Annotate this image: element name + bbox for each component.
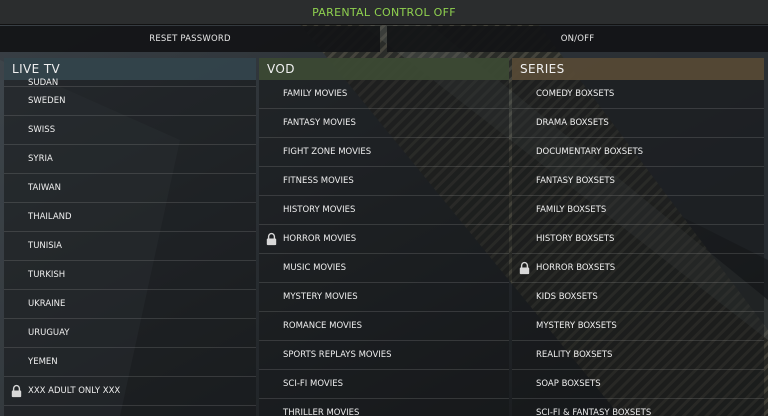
padlock-icon[interactable]	[11, 384, 22, 398]
category-label: KIDS BOXSETS	[536, 292, 598, 302]
category-item[interactable]: SCI-FI & FANTASY BOXSETS	[512, 399, 764, 416]
category-label: FANTASY MOVIES	[283, 118, 356, 128]
category-item[interactable]: URUGUAY	[4, 319, 256, 348]
category-label: XXX ADULT ONLY XXX	[28, 386, 121, 396]
category-label: SCI-FI MOVIES	[283, 379, 343, 389]
category-label: SWISS	[28, 125, 56, 135]
padlock-icon[interactable]	[519, 261, 530, 275]
category-item[interactable]: FIGHT ZONE MOVIES	[259, 138, 509, 167]
category-label: SYRIA	[28, 154, 53, 164]
category-label: THAILAND	[28, 212, 72, 222]
series-title: SERIES	[520, 62, 565, 76]
category-item[interactable]: SUDAN	[4, 78, 256, 88]
category-item[interactable]: SCI-FI MOVIES	[259, 370, 509, 399]
category-label: HORROR BOXSETS	[536, 263, 616, 273]
category-label: FITNESS MOVIES	[283, 176, 354, 186]
category-label: ROMANCE MOVIES	[283, 321, 363, 331]
series-list: COMEDY BOXSETS DRAMA BOXSETS DOCUMENTARY B…	[512, 80, 764, 416]
live-tv-header: LIVE TV	[4, 58, 256, 80]
category-label: MYSTERY MOVIES	[283, 292, 358, 302]
padlock-icon	[266, 232, 277, 246]
category-label: SPORTS REPLAYS MOVIES	[283, 350, 392, 360]
vod-header: VOD	[259, 58, 509, 80]
category-item[interactable]: SWEDEN	[4, 87, 256, 116]
vod-column: VOD FAMILY MOVIES FANTASY MOVIES FIGHT ZON…	[259, 58, 509, 416]
live-tv-list: SUDAN SWEDEN SWISS SYRIA TAIWAN THAILAND TUNIS…	[4, 78, 256, 406]
padlock-icon	[519, 261, 530, 275]
category-item[interactable]: MYSTERY BOXSETS	[512, 312, 764, 341]
category-item[interactable]: TAIWAN	[4, 174, 256, 203]
category-label: HISTORY MOVIES	[283, 205, 356, 215]
series-header: SERIES	[512, 58, 764, 80]
category-item[interactable]: HISTORY BOXSETS	[512, 225, 764, 254]
category-label: COMEDY BOXSETS	[536, 89, 615, 99]
category-item[interactable]: MYSTERY MOVIES	[259, 283, 509, 312]
category-item[interactable]: COMEDY BOXSETS	[512, 80, 764, 109]
category-label: SOAP BOXSETS	[536, 379, 601, 389]
category-label: FIGHT ZONE MOVIES	[283, 147, 372, 157]
category-item[interactable]: DRAMA BOXSETS	[512, 109, 764, 138]
category-label: FANTASY BOXSETS	[536, 176, 615, 186]
action-buttons: RESET PASSWORD ON/OFF	[0, 26, 768, 52]
live-tv-title: LIVE TV	[12, 62, 61, 76]
category-item[interactable]: FAMILY BOXSETS	[512, 196, 764, 225]
reset-password-button[interactable]: RESET PASSWORD	[0, 26, 380, 52]
live-tv-column: LIVE TV SUDAN SWEDEN SWISS SYRIA TAIWAN THAIL…	[4, 58, 256, 416]
category-label: HORROR MOVIES	[283, 234, 357, 244]
category-label: SCI-FI & FANTASY BOXSETS	[536, 408, 652, 416]
category-item[interactable]: YEMEN	[4, 348, 256, 377]
category-item[interactable]: XXX ADULT ONLY XXX	[4, 377, 256, 406]
padlock-icon	[11, 384, 22, 398]
category-item[interactable]: FITNESS MOVIES	[259, 167, 509, 196]
category-label: FAMILY MOVIES	[283, 89, 348, 99]
category-label: SWEDEN	[28, 96, 66, 106]
category-label: MUSIC MOVIES	[283, 263, 347, 273]
series-column: SERIES COMEDY BOXSETS DRAMA BOXSETS DOCUME…	[512, 58, 764, 416]
category-item[interactable]: ROMANCE MOVIES	[259, 312, 509, 341]
category-item[interactable]: SWISS	[4, 116, 256, 145]
category-item[interactable]: HORROR MOVIES	[259, 225, 509, 254]
padlock-icon[interactable]	[266, 232, 277, 246]
category-label: TAIWAN	[28, 183, 61, 193]
category-item[interactable]: FANTASY BOXSETS	[512, 167, 764, 196]
category-label: FAMILY BOXSETS	[536, 205, 607, 215]
category-item[interactable]: UKRAINE	[4, 290, 256, 319]
category-item[interactable]: TURKISH	[4, 261, 256, 290]
category-item[interactable]: HORROR BOXSETS	[512, 254, 764, 283]
category-item[interactable]: REALITY BOXSETS	[512, 341, 764, 370]
category-item[interactable]: TUNISIA	[4, 232, 256, 261]
vod-list: FAMILY MOVIES FANTASY MOVIES FIGHT ZONE MO…	[259, 80, 509, 416]
category-item[interactable]: KIDS BOXSETS	[512, 283, 764, 312]
category-item[interactable]: MUSIC MOVIES	[259, 254, 509, 283]
parental-control-status: PARENTAL CONTROL OFF	[312, 5, 456, 19]
on-off-toggle-button[interactable]: ON/OFF	[387, 26, 768, 52]
vod-title: VOD	[267, 62, 295, 76]
category-item[interactable]: SPORTS REPLAYS MOVIES	[259, 341, 509, 370]
category-label: TURKISH	[28, 270, 66, 280]
category-label: YEMEN	[28, 357, 58, 367]
category-label: DOCUMENTARY BOXSETS	[536, 147, 644, 157]
category-label: UKRAINE	[28, 299, 66, 309]
category-label: HISTORY BOXSETS	[536, 234, 615, 244]
category-item[interactable]: FAMILY MOVIES	[259, 80, 509, 109]
category-item[interactable]: THRILLER MOVIES	[259, 399, 509, 416]
category-label: REALITY BOXSETS	[536, 350, 613, 360]
category-item[interactable]: FANTASY MOVIES	[259, 109, 509, 138]
category-label: THRILLER MOVIES	[283, 408, 360, 416]
category-label: MYSTERY BOXSETS	[536, 321, 617, 331]
category-item[interactable]: SYRIA	[4, 145, 256, 174]
parental-control-status-bar: PARENTAL CONTROL OFF	[0, 0, 768, 25]
category-label: TUNISIA	[28, 241, 62, 251]
category-item[interactable]: HISTORY MOVIES	[259, 196, 509, 225]
category-item[interactable]: DOCUMENTARY BOXSETS	[512, 138, 764, 167]
category-label: DRAMA BOXSETS	[536, 118, 609, 128]
category-label: URUGUAY	[28, 328, 70, 338]
category-item[interactable]: SOAP BOXSETS	[512, 370, 764, 399]
category-item[interactable]: THAILAND	[4, 203, 256, 232]
